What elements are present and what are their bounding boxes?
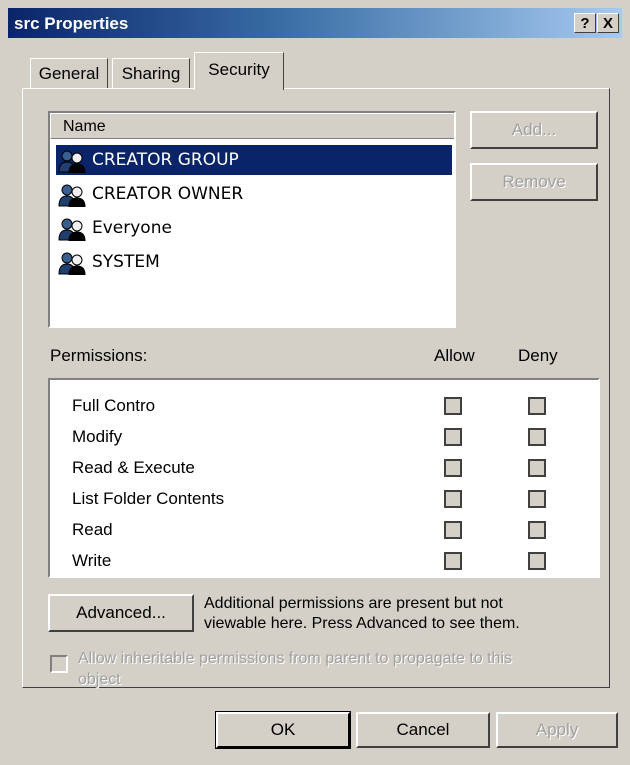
help-button[interactable]: ? [574,13,596,33]
deny-checkbox[interactable] [528,490,546,508]
inherit-checkbox[interactable] [50,655,68,673]
add-button[interactable]: Add... [470,111,598,149]
deny-checkbox[interactable] [528,521,546,539]
list-item-system[interactable]: SYSTEM [56,247,452,277]
allow-column-label: Allow [434,346,475,365]
permissions-list: Full Contro Modify Read & Execute List F… [48,378,600,578]
deny-checkbox[interactable] [528,428,546,446]
remove-button[interactable]: Remove [470,163,598,201]
allow-checkbox[interactable] [444,521,462,539]
permission-row: Modify [50,423,598,451]
permission-row: Read [50,516,598,544]
list-item-label: CREATOR OWNER [92,184,244,204]
allow-checkbox[interactable] [444,397,462,415]
deny-checkbox[interactable] [528,459,546,477]
permission-row: Full Contro [50,392,598,420]
inherit-label-line: Allow inheritable permissions from paren… [78,650,512,667]
name-column-header[interactable]: Name [50,113,454,139]
permission-row: Read & Execute [50,454,598,482]
deny-checkbox[interactable] [528,397,546,415]
allow-checkbox[interactable] [444,552,462,570]
allow-checkbox[interactable] [444,490,462,508]
window-title: src Properties [14,14,129,33]
permission-label: Full Contro [72,396,156,415]
permissions-label: Permissions: [50,346,148,365]
user-list[interactable]: Name CREATOR GROUP CREATOR OWNER Everyon… [48,111,456,328]
user-group-icon [58,150,86,173]
inherit-label-line: object [78,671,121,688]
user-group-icon [58,218,86,241]
advanced-note-line: viewable here. Press Advanced to see the… [204,615,520,632]
list-item-label: Everyone [92,218,172,238]
tab-sharing[interactable]: Sharing [112,58,190,88]
permission-row: List Folder Contents [50,485,598,513]
tab-security[interactable]: Security [194,52,284,90]
advanced-note-line: Additional permissions are present but n… [204,595,503,612]
apply-button[interactable]: Apply [496,712,618,748]
permission-label: Modify [72,427,123,446]
deny-checkbox[interactable] [528,552,546,570]
list-item-creator-group[interactable]: CREATOR GROUP [56,145,452,175]
advanced-note: Additional permissions are present but n… [204,594,594,634]
advanced-button[interactable]: Advanced... [48,594,194,632]
title-bar: src Properties ? X [8,8,622,38]
allow-checkbox[interactable] [444,428,462,446]
permission-row: Write [50,547,598,575]
cancel-button[interactable]: Cancel [356,712,490,748]
inherit-label: Allow inheritable permissions from paren… [78,648,588,690]
user-group-icon [58,252,86,275]
deny-column-label: Deny [518,346,558,365]
permission-label: List Folder Contents [72,489,225,508]
permission-label: Read & Execute [72,458,195,477]
permission-label: Write [72,551,112,570]
tab-general[interactable]: General [30,58,108,88]
list-item-creator-owner[interactable]: CREATOR OWNER [56,179,452,209]
list-item-label: SYSTEM [92,252,160,272]
permission-label: Read [72,520,113,539]
close-button[interactable]: X [597,13,619,33]
list-item-everyone[interactable]: Everyone [56,213,452,243]
user-group-icon [58,184,86,207]
ok-button[interactable]: OK [215,711,351,749]
allow-checkbox[interactable] [444,459,462,477]
list-item-label: CREATOR GROUP [92,150,239,170]
